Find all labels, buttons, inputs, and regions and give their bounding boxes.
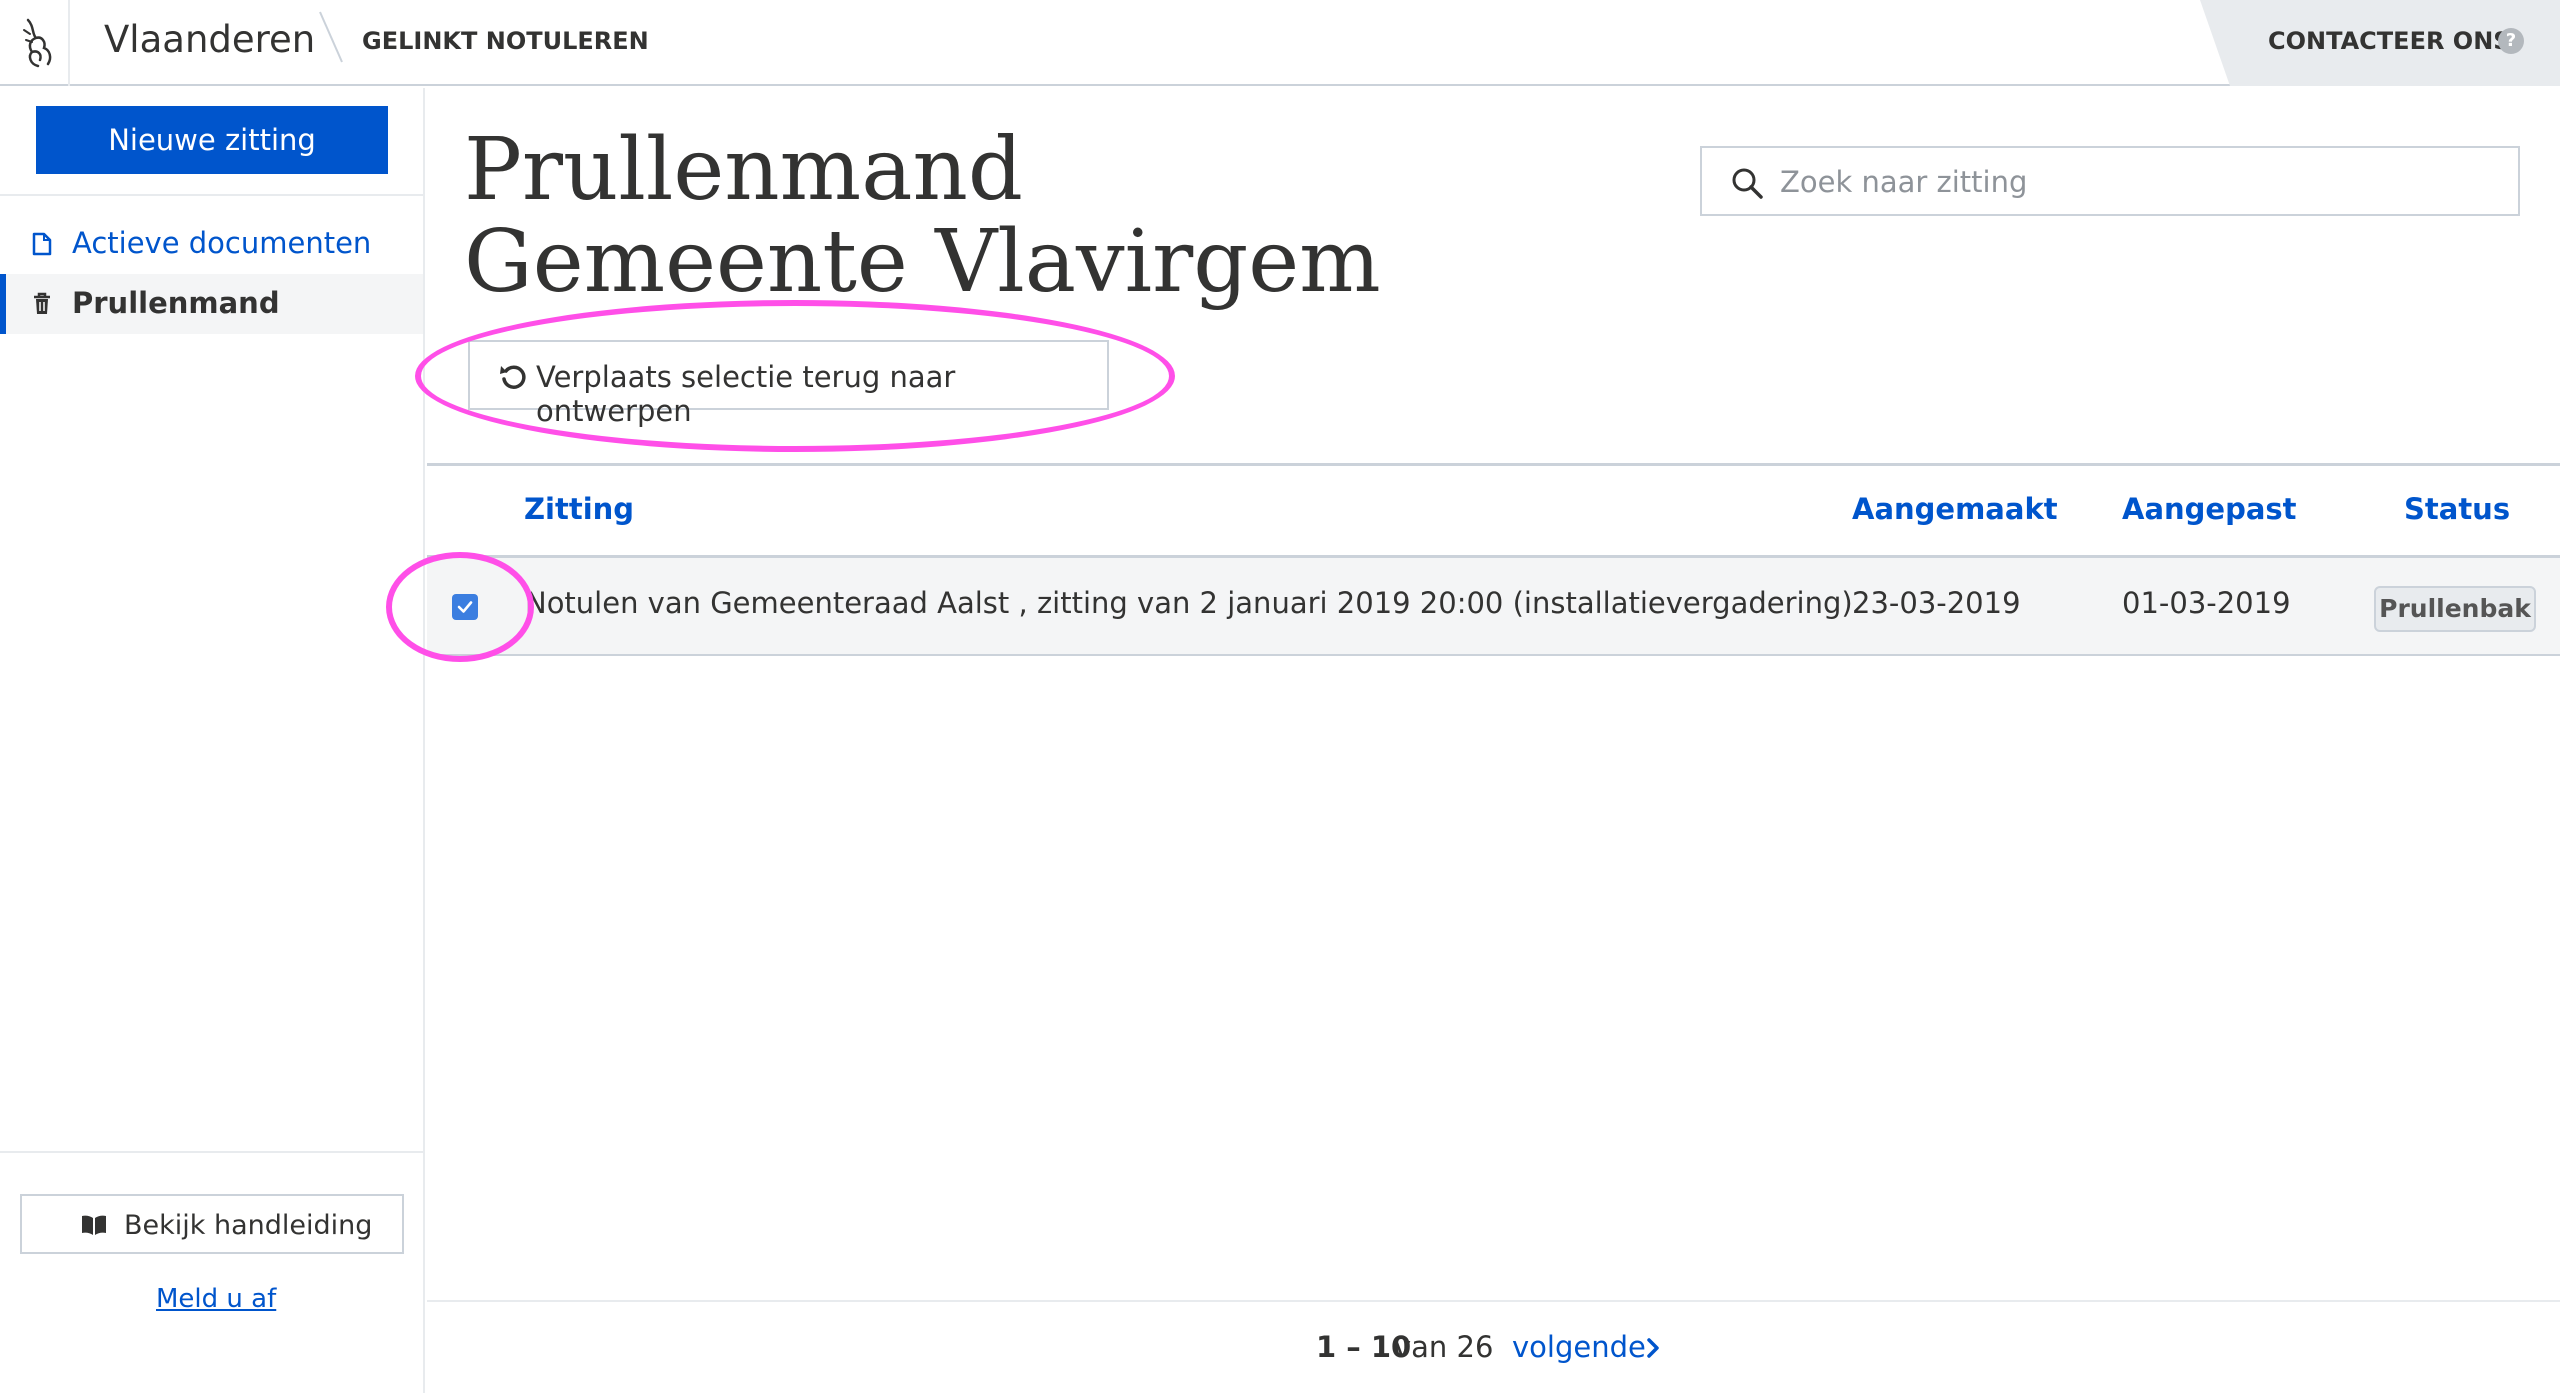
book-icon xyxy=(82,1215,106,1235)
pagination-next-link[interactable]: volgende xyxy=(1512,1330,1646,1364)
restore-selection-label: Verplaats selectie terug naar ontwerpen xyxy=(536,360,956,428)
search-icon xyxy=(1732,168,1763,199)
undo-icon xyxy=(500,365,526,389)
table-row[interactable]: Notulen van Gemeenteraad Aalst , zitting… xyxy=(427,558,2560,656)
restore-selection-button[interactable]: Verplaats selectie terug naar ontwerpen xyxy=(468,340,1109,428)
status-badge: Prullenbak xyxy=(2374,586,2536,632)
document-icon xyxy=(32,232,52,256)
sidebar-divider xyxy=(0,194,423,196)
search-input[interactable] xyxy=(1780,158,2500,206)
pagination-total: van 26 xyxy=(1394,1330,1494,1364)
column-header-created[interactable]: Aangemaakt xyxy=(1852,492,2058,526)
breadcrumb-separator-icon xyxy=(319,11,343,63)
page-title: Prullenmand Gemeente Vlavirgem xyxy=(464,120,1381,312)
chevron-right-icon[interactable] xyxy=(1644,1336,1662,1360)
column-header-status[interactable]: Status xyxy=(2404,492,2510,526)
checkmark-icon xyxy=(457,601,473,613)
sidebar-item-trash[interactable]: Prullenmand xyxy=(0,274,423,334)
new-session-button[interactable]: Nieuwe zitting xyxy=(36,106,388,174)
sidebar: Nieuwe zitting Actieve documenten Prulle… xyxy=(0,88,425,1393)
sidebar-item-label: Prullenmand xyxy=(72,286,280,320)
search-box[interactable] xyxy=(1700,146,2520,216)
row-checkbox[interactable] xyxy=(452,594,478,620)
top-header: Vlaanderen GELINKT NOTULEREN CONTACTEER … xyxy=(0,0,2560,86)
pagination-divider xyxy=(427,1300,2560,1302)
trash-icon xyxy=(34,292,50,314)
help-icon[interactable]: ? xyxy=(2498,28,2524,54)
flemish-lion-logo-icon[interactable] xyxy=(20,16,64,70)
view-manual-button[interactable]: Bekijk handleiding xyxy=(20,1194,404,1254)
sidebar-item-label: Actieve documenten xyxy=(72,226,372,260)
session-title-link[interactable]: Notulen van Gemeenteraad Aalst , zitting… xyxy=(525,586,1853,620)
created-date: 23-03-2019 xyxy=(1852,586,2021,620)
table-top-border xyxy=(427,463,2560,466)
sidebar-item-active-documents[interactable]: Actieve documenten xyxy=(0,214,423,274)
logout-link[interactable]: Meld u af xyxy=(156,1284,276,1314)
logo-separator xyxy=(68,0,70,86)
column-header-zitting[interactable]: Zitting xyxy=(524,492,634,526)
contact-link[interactable]: CONTACTEER ONS xyxy=(2268,27,2511,55)
brand-name[interactable]: Vlaanderen xyxy=(104,18,315,61)
app-name[interactable]: GELINKT NOTULEREN xyxy=(362,27,649,55)
sidebar-bottom-divider xyxy=(0,1151,423,1153)
modified-date: 01-03-2019 xyxy=(2122,586,2291,620)
view-manual-label: Bekijk handleiding xyxy=(124,1210,373,1241)
column-header-modified[interactable]: Aangepast xyxy=(2122,492,2297,526)
